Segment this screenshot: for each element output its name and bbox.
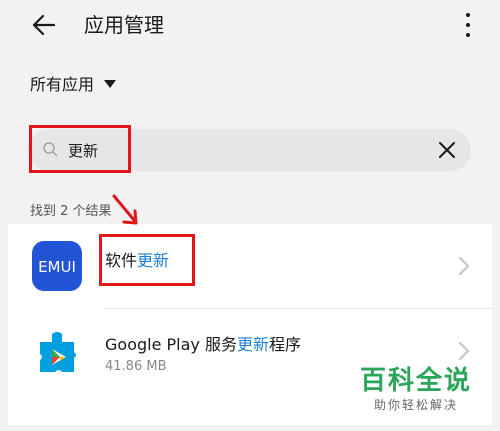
chevron-right-icon	[459, 342, 469, 360]
google-play-services-icon	[40, 332, 76, 372]
back-arrow-icon[interactable]	[30, 11, 58, 39]
filter-label: 所有应用	[30, 75, 95, 94]
caret-down-icon	[104, 80, 117, 88]
list-item-software-update[interactable]: EMUI 软件更新	[8, 224, 492, 309]
page-title: 应用管理	[84, 13, 164, 37]
more-dot	[466, 33, 470, 37]
emui-icon: EMUI	[32, 241, 82, 291]
annotation-box-search	[29, 125, 131, 173]
watermark-subtitle: 助你轻松解决	[373, 398, 458, 412]
chevron-right-icon	[459, 257, 469, 275]
emui-icon-text: EMUI	[38, 258, 76, 276]
app-name-highlight: 更新	[236, 335, 269, 354]
watermark: 百科全说 助你轻松解决	[360, 366, 472, 413]
more-dot	[466, 13, 470, 17]
watermark-title: 百科全说	[359, 366, 472, 396]
app-size: 41.86 MB	[105, 359, 167, 374]
more-dot	[466, 23, 470, 27]
results-count: 找到 2 个结果	[30, 204, 112, 219]
title-bar: 应用管理	[8, 0, 492, 50]
app-name-text: Google Play 服务	[105, 335, 237, 354]
app-name: Google Play 服务更新程序	[105, 331, 301, 355]
app-name-text: 程序	[268, 335, 301, 354]
clear-search-icon[interactable]	[437, 140, 457, 160]
app-frame: 应用管理 所有应用 找到 2 个结果 EMUI 软件更新	[8, 0, 492, 425]
more-options-icon[interactable]	[464, 10, 472, 40]
app-filter-dropdown[interactable]: 所有应用	[30, 70, 117, 96]
annotation-arrow-icon	[112, 194, 138, 225]
annotation-box-result	[99, 234, 195, 286]
